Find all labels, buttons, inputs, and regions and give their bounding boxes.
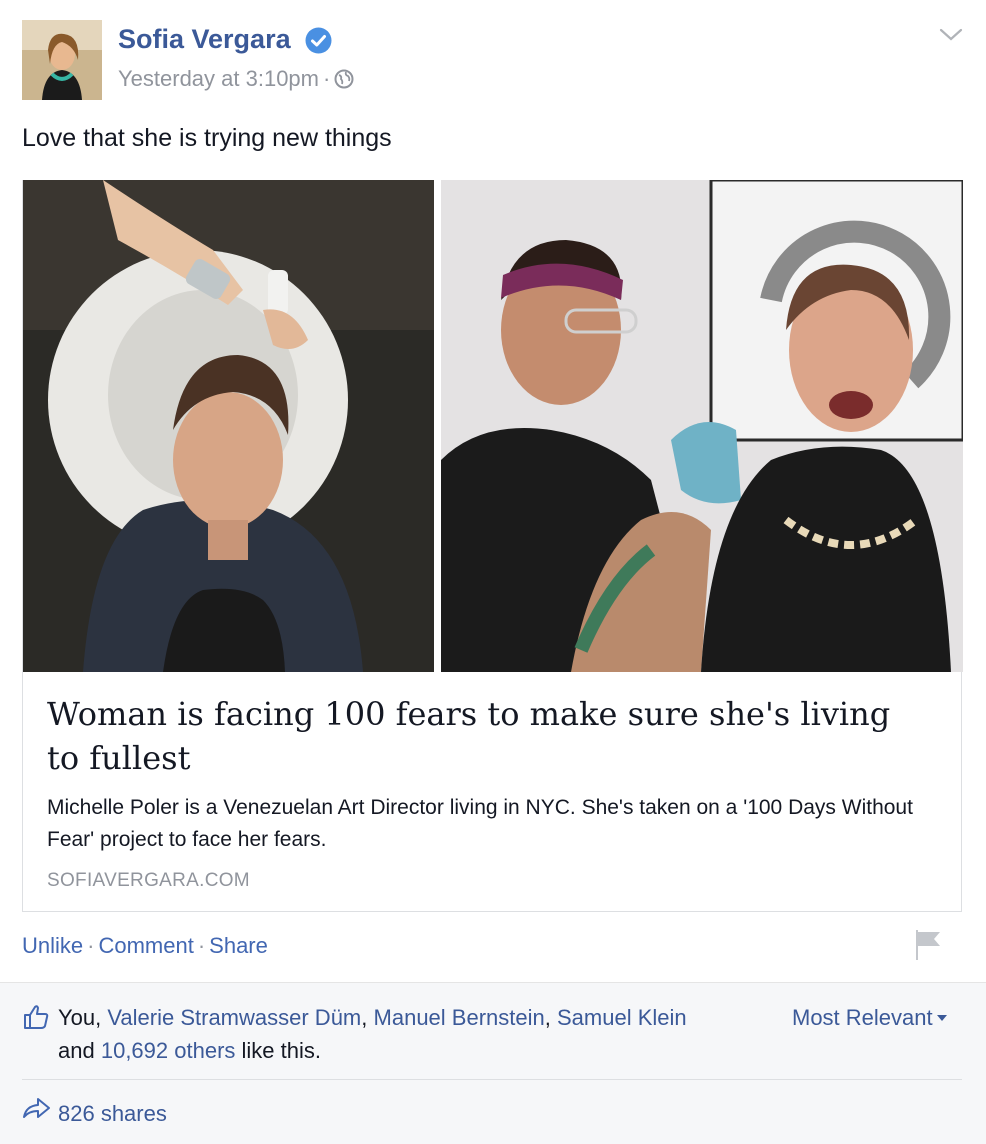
likes-you: You, <box>58 1005 102 1030</box>
meta-separator: · <box>323 66 331 91</box>
photo-piercing <box>441 180 963 672</box>
link-domain: SOFIAVERGARA.COM <box>47 870 250 891</box>
chevron-down-icon[interactable] <box>937 26 965 44</box>
thumbs-up-icon <box>24 1005 49 1029</box>
unlike-link[interactable]: Unlike <box>22 933 83 958</box>
sort-label: Most Relevant <box>792 1005 933 1030</box>
likes-summary: You, Valerie Stramwasser Düm, Manuel Ber… <box>58 1001 778 1067</box>
link-title[interactable]: Woman is facing 100 fears to make sure s… <box>47 692 927 780</box>
likes-comma: , <box>361 1005 368 1030</box>
share-link[interactable]: Share <box>209 933 268 958</box>
likes-suffix: like this. <box>241 1038 321 1063</box>
liker-name-link[interactable]: Manuel Bernstein <box>374 1005 545 1030</box>
action-separator: · <box>87 933 95 958</box>
likes-others-link[interactable]: 10,692 others <box>101 1038 236 1063</box>
globe-icon[interactable] <box>334 69 354 89</box>
comment-link[interactable]: Comment <box>98 933 193 958</box>
link-preview-card[interactable]: Woman is facing 100 fears to make sure s… <box>22 180 963 912</box>
post-text: Love that she is trying new things <box>22 124 392 152</box>
author-name[interactable]: Sofia Vergara <box>118 24 291 55</box>
liker-name-link[interactable]: Valerie Stramwasser Düm <box>107 1005 361 1030</box>
likes-and: and <box>58 1038 95 1063</box>
author-avatar[interactable] <box>22 20 102 100</box>
post-actions: Unlike · Comment · Share <box>22 933 268 959</box>
post-timestamp[interactable]: Yesterday at 3:10pm <box>118 66 319 91</box>
photo-hair-wash <box>23 180 434 672</box>
post-meta: Yesterday at 3:10pm · <box>118 66 354 92</box>
likes-comma: , <box>544 1005 551 1030</box>
action-separator: · <box>197 933 206 958</box>
link-preview-images[interactable] <box>23 180 963 672</box>
post-footer: You, Valerie Stramwasser Düm, Manuel Ber… <box>0 982 986 1144</box>
footer-divider <box>22 1079 962 1080</box>
liker-name-link[interactable]: Samuel Klein <box>557 1005 687 1030</box>
link-description: Michelle Poler is a Venezuelan Art Direc… <box>47 796 913 851</box>
caret-down-icon <box>936 1015 947 1021</box>
shares-count-link[interactable]: 826 shares <box>58 1101 167 1127</box>
news-feed-post: Sofia Vergara Yesterday at 3:10pm · Love … <box>0 0 986 1144</box>
flag-icon[interactable] <box>912 928 944 962</box>
share-arrow-icon <box>23 1098 50 1118</box>
sort-comments-dropdown[interactable]: Most Relevant <box>792 1005 947 1031</box>
verified-badge-icon <box>305 27 332 54</box>
